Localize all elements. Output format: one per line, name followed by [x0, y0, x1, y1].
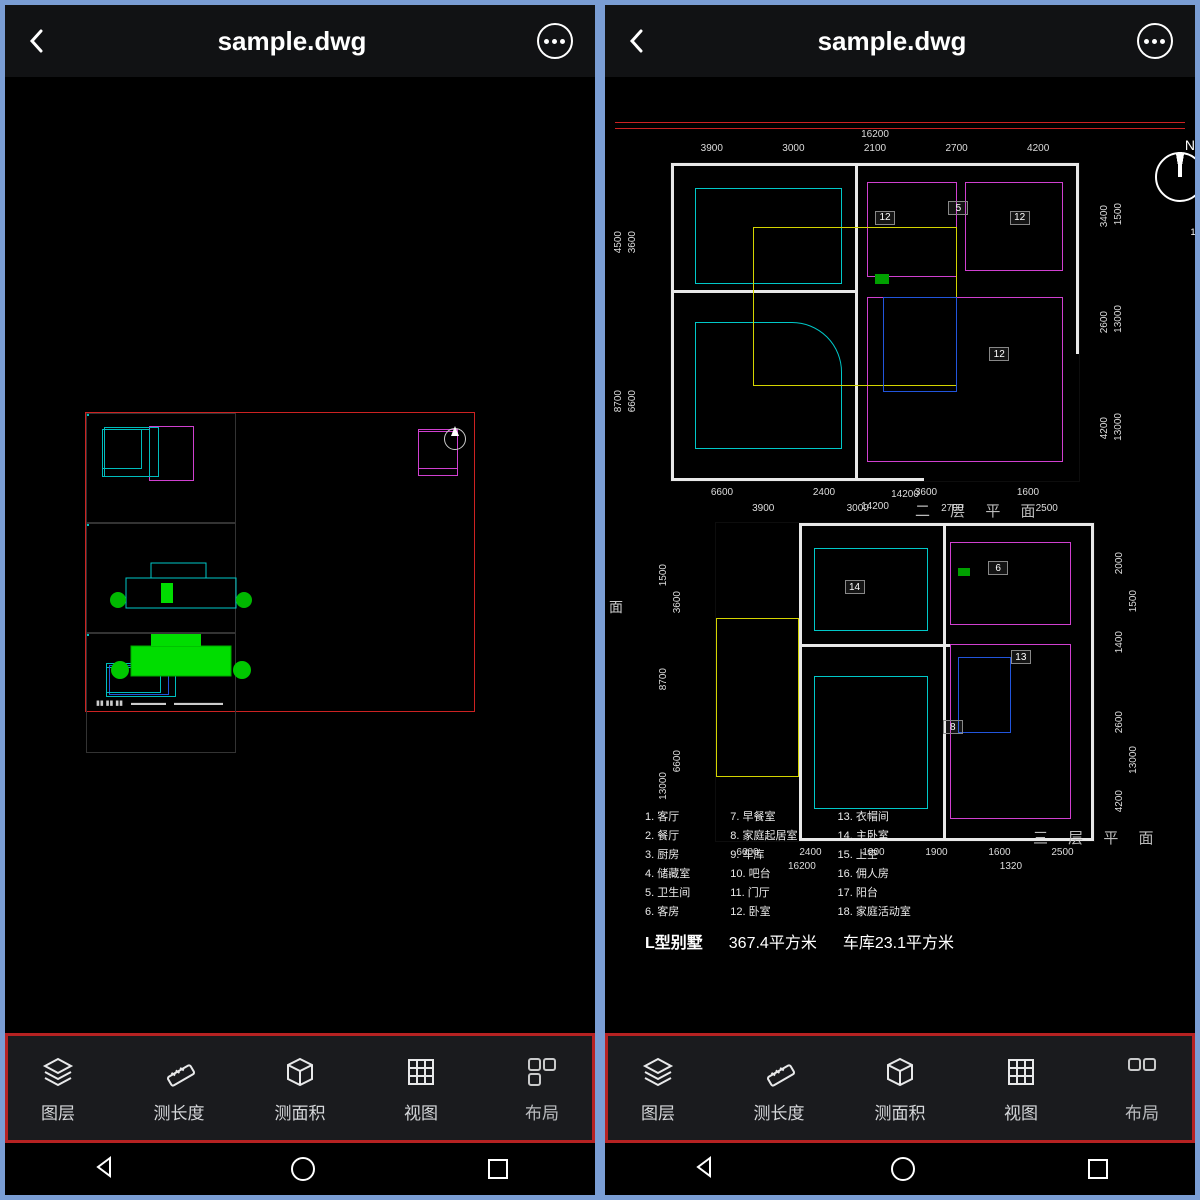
tool-label: 视图	[404, 1099, 438, 1124]
thumb-footer: ▮▮ ▮▮ ▮▮▬▬▬▬▬▬▬▬▬▬▬▬	[96, 689, 464, 707]
compass-icon	[1155, 152, 1195, 202]
cutoff-char: 面	[609, 597, 623, 617]
tool-label: 图层	[41, 1099, 75, 1124]
layout-icon	[525, 1055, 559, 1089]
tool-measure-area[interactable]: 测面积	[265, 1055, 335, 1124]
tool-measure-length[interactable]: 测长度	[144, 1055, 214, 1124]
room-number: 12	[875, 211, 895, 225]
more-menu-icon[interactable]	[1137, 23, 1173, 59]
nav-home-icon[interactable]	[291, 1157, 315, 1181]
app-header: sample.dwg	[605, 5, 1195, 77]
garage-area: 车库23.1平方米	[843, 929, 954, 953]
tool-view[interactable]: 视图	[986, 1055, 1056, 1124]
grid-icon	[404, 1055, 438, 1089]
cad-drawing: N 1M 面 16200 39003000210027004200 360066…	[615, 122, 1185, 1013]
more-menu-icon[interactable]	[537, 23, 573, 59]
tool-label: 测长度	[754, 1099, 805, 1124]
file-title: sample.dwg	[818, 26, 967, 57]
right-screenshot: sample.dwg N 1M 面 16200 3900300021002700…	[600, 0, 1200, 1200]
nav-home-icon[interactable]	[891, 1157, 915, 1181]
scale-label: 1M	[1190, 227, 1195, 237]
room-number: 8	[943, 720, 963, 734]
drawing-thumbnail: ▮▮ ▮▮ ▮▮▬▬▬▬▬▬▬▬▬▬▬▬	[85, 412, 475, 712]
nav-back-icon[interactable]	[92, 1154, 118, 1185]
dim-top: 3900300027002500	[716, 503, 1094, 519]
drawing-viewport[interactable]: N 1M 面 16200 39003000210027004200 360066…	[605, 77, 1195, 1033]
room-number: 5	[948, 201, 968, 215]
dim-left-outer: 45008700	[613, 163, 633, 481]
north-label: N	[1185, 137, 1195, 153]
tool-layout[interactable]: 布局	[1107, 1055, 1177, 1124]
tool-layout[interactable]: 布局	[507, 1055, 577, 1124]
ruler-icon	[762, 1055, 796, 1089]
tool-label: 测长度	[154, 1099, 205, 1124]
tool-view[interactable]: 视图	[386, 1055, 456, 1124]
nav-recent-icon[interactable]	[1088, 1159, 1108, 1179]
tool-label: 测面积	[875, 1099, 926, 1124]
dim-right-outer: 15001300013000	[1113, 163, 1133, 481]
back-icon[interactable]	[27, 27, 47, 55]
cube-icon	[883, 1055, 917, 1089]
nav-back-icon[interactable]	[692, 1154, 718, 1185]
file-title: sample.dwg	[218, 26, 367, 57]
tool-measure-area[interactable]: 测面积	[865, 1055, 935, 1124]
total-area: 367.4平方米	[729, 929, 817, 953]
tool-layers[interactable]: 图层	[623, 1055, 693, 1124]
nav-recent-icon[interactable]	[488, 1159, 508, 1179]
tool-layers[interactable]: 图层	[23, 1055, 93, 1124]
room-number: 12	[1010, 211, 1030, 225]
bottom-toolbar: 图层 测长度 测面积 视图 布局	[605, 1033, 1195, 1143]
floor-plan-3: 14200 3900300027002500 36006600 15008700…	[715, 522, 1095, 842]
room-number: 12	[989, 347, 1009, 361]
building-type: L型别墅	[645, 929, 703, 953]
ruler-icon	[162, 1055, 196, 1089]
android-navbar	[605, 1143, 1195, 1195]
room-legend: 1. 客厅2. 餐厅3. 厨房4. 储藏室5. 卫生间6. 客房 7. 早餐室8…	[645, 808, 1155, 953]
tool-label: 布局	[1125, 1099, 1159, 1124]
room-number: 14	[845, 580, 865, 594]
grid-icon	[1004, 1055, 1038, 1089]
tool-measure-length[interactable]: 测长度	[744, 1055, 814, 1124]
dim-top: 39003000210027004200	[671, 143, 1079, 159]
layout-icon	[1125, 1055, 1159, 1089]
android-navbar	[5, 1143, 595, 1195]
left-screenshot: sample.dwg	[0, 0, 600, 1200]
bottom-toolbar: 图层 测长度 测面积 视图 布局	[5, 1033, 595, 1143]
room-number: 13	[1011, 650, 1031, 664]
compass-icon	[444, 428, 466, 450]
tool-label: 图层	[641, 1099, 675, 1124]
cube-icon	[283, 1055, 317, 1089]
dim-right-outer: 150013000	[1128, 523, 1148, 841]
app-header: sample.dwg	[5, 5, 595, 77]
tool-label: 布局	[525, 1099, 559, 1124]
layers-icon	[641, 1055, 675, 1089]
floor-plan-2: 16200 39003000210027004200 36006600 4500…	[670, 162, 1080, 482]
drawing-viewport[interactable]: ▮▮ ▮▮ ▮▮▬▬▬▬▬▬▬▬▬▬▬▬	[5, 77, 595, 1033]
room-number: 6	[988, 561, 1008, 575]
dim-left-outer: 1500870013000	[658, 523, 678, 841]
tool-label: 视图	[1004, 1099, 1038, 1124]
layers-icon	[41, 1055, 75, 1089]
tool-label: 测面积	[275, 1099, 326, 1124]
back-icon[interactable]	[627, 27, 647, 55]
